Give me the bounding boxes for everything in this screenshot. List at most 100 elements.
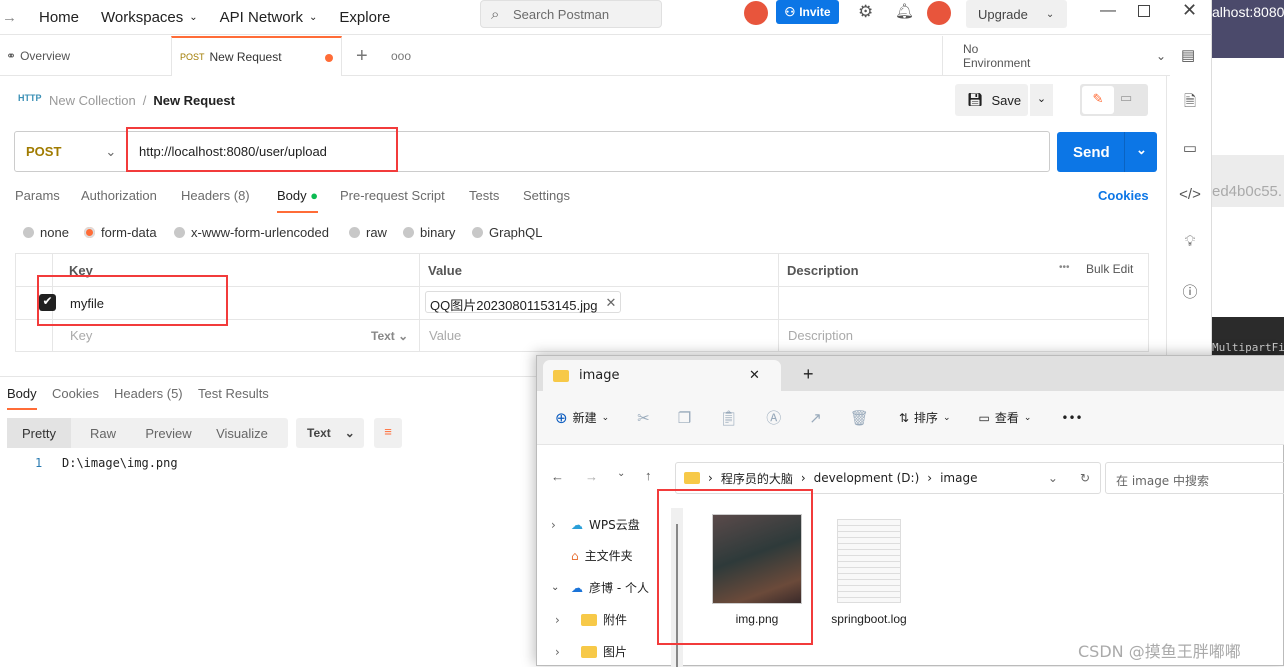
up-icon[interactable]: ↑ <box>645 468 652 483</box>
method-select[interactable]: POST ⌄ <box>15 132 127 171</box>
sort-button[interactable]: ⇅ 排序 ⌄ <box>899 409 951 426</box>
radio-graphql[interactable]: GraphQL <box>472 225 542 240</box>
chevron-down-icon[interactable]: ⌄ <box>1048 471 1058 485</box>
response-tab-body[interactable]: Body <box>7 386 37 410</box>
bulk-edit-button[interactable]: Bulk Edit <box>1086 262 1133 276</box>
new-tab-button[interactable]: + <box>803 364 814 385</box>
tree-item-wps[interactable]: › ☁ WPS云盘 <box>551 516 640 533</box>
cut-icon[interactable]: ✂ <box>637 409 650 427</box>
send-button[interactable]: Send <box>1073 144 1110 161</box>
comments-icon[interactable]: ▭ <box>1179 139 1201 157</box>
radio-form-data[interactable]: form-data <box>84 225 157 240</box>
nav-workspaces[interactable]: Workspaces ⌄ <box>101 9 198 26</box>
breadcrumb-request[interactable]: New Request <box>153 93 235 108</box>
nav-explore[interactable]: Explore <box>339 9 390 26</box>
format-select[interactable]: Text ⌄ <box>296 418 364 448</box>
file-item-log[interactable]: springboot.log <box>819 519 919 626</box>
info-icon[interactable]: ⓘ <box>1179 281 1201 302</box>
paste-icon[interactable]: 📋︎ <box>719 409 738 427</box>
avatar[interactable] <box>744 1 768 25</box>
comment-icon[interactable]: ▭ <box>1120 90 1132 106</box>
explorer-tab[interactable]: image ✕ <box>543 360 781 391</box>
tree-item-attachments[interactable]: › 附件 <box>555 611 627 628</box>
tree-item-pictures[interactable]: › 图片 <box>555 643 627 660</box>
save-button[interactable]: 💾︎ Save <box>955 84 1028 116</box>
close-button[interactable]: ✕ <box>1182 0 1197 21</box>
chevron-down-icon: ⌄ <box>309 11 318 23</box>
tab-params[interactable]: Params <box>15 188 60 203</box>
tab-body[interactable]: Body ● <box>277 188 319 213</box>
forward-icon[interactable]: → <box>585 469 598 484</box>
breadcrumb-segment[interactable]: 程序员的大脑 <box>721 470 793 487</box>
response-tab-cookies[interactable]: Cookies <box>52 386 99 401</box>
more-tabs-icon[interactable]: ooo <box>391 36 411 76</box>
breadcrumb-segment[interactable]: development (D:) <box>814 471 920 485</box>
radio-raw[interactable]: raw <box>349 225 387 240</box>
more-icon[interactable]: ••• <box>1059 262 1070 273</box>
explorer-search-input[interactable]: 在 image 中搜索 <box>1105 462 1284 494</box>
recent-chevron-icon[interactable]: ⌄ <box>617 468 625 479</box>
tab-headers[interactable]: Headers (8) <box>181 188 250 203</box>
highlight-box <box>126 127 398 172</box>
rename-icon[interactable]: Ⓐ <box>766 407 781 428</box>
radio-none[interactable]: none <box>23 225 69 240</box>
more-options-button[interactable]: ••• <box>1061 411 1082 425</box>
documentation-icon[interactable]: 🗎︎ <box>1179 91 1201 116</box>
delete-icon[interactable]: 🗑︎ <box>850 409 869 427</box>
radio-binary[interactable]: binary <box>403 225 455 240</box>
environment-select[interactable]: No Environment ⌄ <box>942 36 1166 76</box>
breadcrumb-collection[interactable]: New Collection <box>49 93 136 108</box>
code-icon[interactable]: </> <box>1179 186 1201 203</box>
nav-api-network[interactable]: API Network ⌄ <box>220 9 318 26</box>
view-visualize[interactable]: Visualize <box>202 418 282 448</box>
new-tab-button[interactable]: + <box>356 36 368 76</box>
tab-settings[interactable]: Settings <box>523 188 570 203</box>
pencil-icon[interactable]: ✎ <box>1082 86 1114 114</box>
radio-urlencoded[interactable]: x-www-form-urlencoded <box>174 225 329 240</box>
copy-icon[interactable]: ❐ <box>678 409 691 427</box>
upgrade-button[interactable]: Upgrade ⌄ <box>966 0 1067 28</box>
tab-pre-request-script[interactable]: Pre-request Script <box>340 188 445 203</box>
search-input[interactable]: ⌕ Search Postman <box>480 0 662 28</box>
send-options-chevron-icon[interactable]: ⌄ <box>1136 142 1147 158</box>
breadcrumb-segment[interactable]: image <box>940 471 977 485</box>
file-chip[interactable]: QQ图片20230801153145.jpg ✕ <box>425 291 622 313</box>
tree-item-home[interactable]: ⌂ 主文件夹 <box>551 547 633 564</box>
back-icon[interactable]: ← <box>551 469 564 484</box>
tab-new-request[interactable]: POST New Request <box>171 36 342 76</box>
gear-icon[interactable]: ⚙ <box>858 2 873 22</box>
remove-file-icon[interactable]: ✕ <box>605 295 616 310</box>
minimize-button[interactable]: — <box>1100 2 1116 20</box>
response-tab-headers[interactable]: Headers (5) <box>114 386 183 401</box>
view-preview[interactable]: Preview <box>135 418 202 448</box>
refresh-icon[interactable]: ↻ <box>1080 471 1090 485</box>
lightbulb-icon[interactable]: 💡︎ <box>1179 233 1201 250</box>
sort-icon: ⇅ <box>898 410 909 425</box>
new-key-input[interactable]: Key <box>70 328 92 343</box>
view-raw[interactable]: Raw <box>71 418 135 448</box>
bell-icon[interactable]: 🔔︎ <box>895 2 914 20</box>
save-options-button[interactable]: ⌄ <box>1030 84 1053 116</box>
new-button[interactable]: ⊕ 新建 ⌄ <box>555 409 609 427</box>
new-value-input[interactable]: Value <box>429 328 461 343</box>
tab-authorization[interactable]: Authorization <box>81 188 157 203</box>
tab-overview[interactable]: ⚭ Overview <box>6 36 171 76</box>
maximize-button[interactable] <box>1138 5 1150 17</box>
close-tab-icon[interactable]: ✕ <box>749 368 760 383</box>
send-button-group: Send ⌄ <box>1057 132 1157 172</box>
cookies-link[interactable]: Cookies <box>1098 188 1149 203</box>
environment-quick-look-icon[interactable]: ▤ <box>1181 46 1195 64</box>
type-select[interactable]: Text ⌄ <box>371 329 408 343</box>
tab-tests[interactable]: Tests <box>469 188 499 203</box>
view-pretty[interactable]: Pretty <box>7 418 71 448</box>
response-tab-test-results[interactable]: Test Results <box>198 386 269 401</box>
wrap-lines-icon[interactable]: ≡ <box>374 418 402 448</box>
back-arrow-icon[interactable]: → <box>2 9 17 26</box>
new-description-input[interactable]: Description <box>788 328 853 343</box>
invite-button[interactable]: ⚇ Invite <box>776 0 839 24</box>
view-button[interactable]: ▭ 查看 ⌄ <box>978 409 1031 426</box>
avatar[interactable] <box>927 1 951 25</box>
nav-home[interactable]: Home <box>39 9 79 26</box>
share-icon[interactable]: ↗ <box>809 409 822 427</box>
tree-item-onedrive[interactable]: ⌄ ☁ 彦博 - 个人 <box>551 579 649 596</box>
